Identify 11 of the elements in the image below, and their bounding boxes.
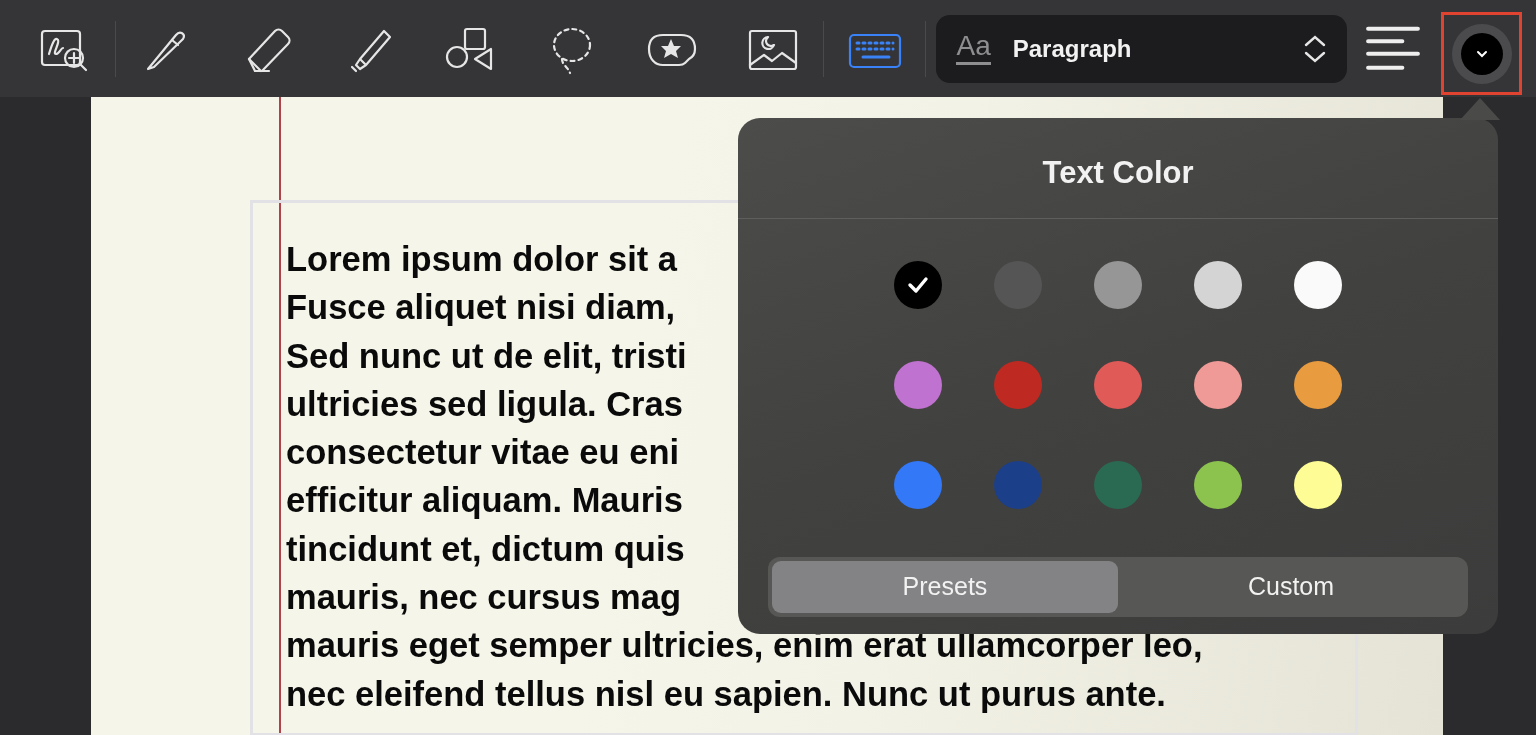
note-text-line: tincidunt et, dictum quis — [286, 528, 685, 570]
note-text-line: Sed nunc ut de elit, tristi — [286, 335, 687, 377]
popover-title: Text Color — [1042, 154, 1194, 192]
note-text-line: mauris eget semper ultricies, enim erat ullamcorper leo, — [286, 625, 1203, 667]
note-text-line: ultricies sed ligula. Cras — [286, 383, 683, 425]
note-text-line: Fusce aliquet nisi diam, — [286, 287, 676, 329]
note-text-line: Lorem ipsum dolor sit a — [286, 239, 678, 280]
note-text-line: nec eleifend tellus nisl eu sapien. Nunc ut purus ante. — [286, 673, 1166, 715]
note-text-line: efficitur aliquam. Mauris — [286, 480, 683, 522]
note-text-line: mauris, nec cursus mag — [286, 577, 681, 619]
note-text-line: consectetur vitae eu eni — [286, 432, 680, 474]
